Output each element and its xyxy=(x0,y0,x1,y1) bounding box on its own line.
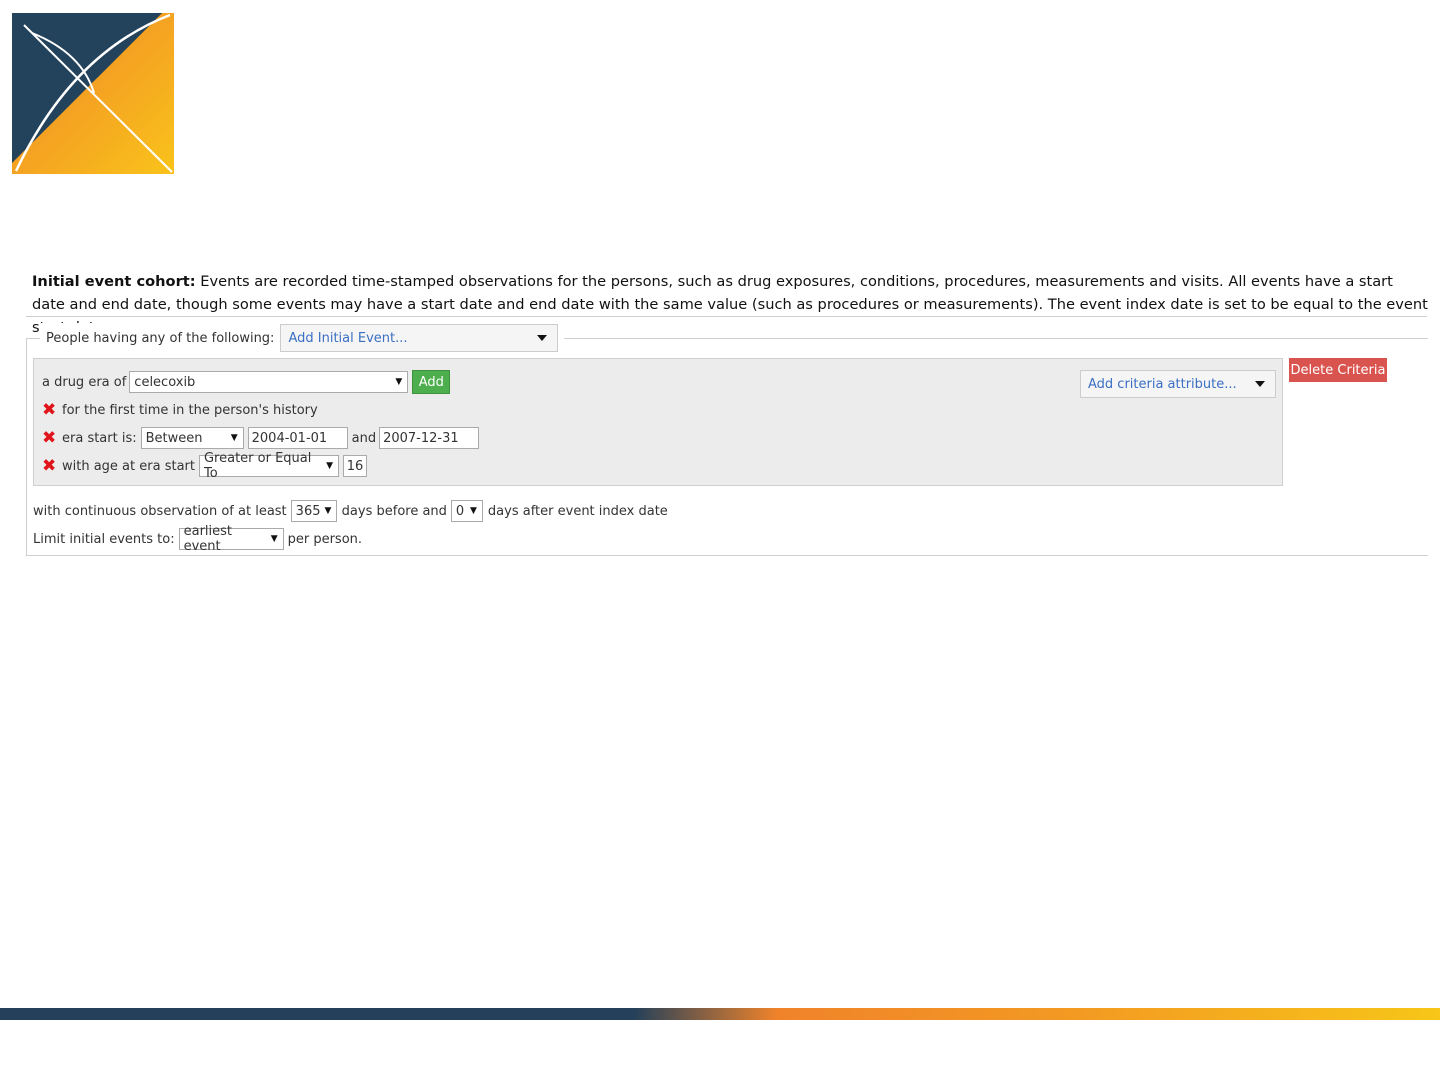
add-initial-event-text: Add Initial Event... xyxy=(288,330,408,346)
age-operator-value: Greater or Equal To xyxy=(203,451,312,481)
divider xyxy=(26,316,1427,317)
age-value-input[interactable]: 16 xyxy=(342,455,367,477)
observation-mid: days before and xyxy=(341,503,447,519)
legend-label: People having any of the following: xyxy=(46,330,275,346)
limit-events-value: earliest event xyxy=(183,524,233,554)
prior-days-select[interactable]: 365 ▼ xyxy=(290,500,337,522)
limit-row: Limit initial events to: earliest event … xyxy=(33,524,363,554)
observation-row: with continuous observation of at least … xyxy=(33,500,668,522)
era-start-row: ✖ era start is: Between ▼ 2004-01-01 and… xyxy=(42,427,480,449)
caret-down-icon xyxy=(1255,381,1265,387)
first-time-label: for the first time in the person's histo… xyxy=(62,403,318,418)
dropdown-arrow-icon: ▼ xyxy=(324,506,332,516)
age-row: ✖ with age at era start Greater or Equal… xyxy=(42,451,367,481)
add-button[interactable]: Add xyxy=(412,370,451,394)
observation-suffix: days after event index date xyxy=(487,503,668,519)
remove-icon[interactable]: ✖ xyxy=(42,457,62,475)
observation-prefix: with continuous observation of at least xyxy=(33,503,287,519)
dropdown-arrow-icon: ▼ xyxy=(270,534,278,544)
ohdsi-logo xyxy=(12,13,174,174)
remove-icon[interactable]: ✖ xyxy=(42,429,62,447)
dropdown-arrow-icon: ▼ xyxy=(395,377,403,387)
era-start-to-input[interactable]: 2007-12-31 xyxy=(379,427,480,449)
dropdown-arrow-icon: ▼ xyxy=(470,506,477,516)
dropdown-arrow-icon: ▼ xyxy=(326,461,333,471)
era-start-operator-value: Between xyxy=(145,430,203,446)
prior-days-value: 365 xyxy=(295,503,321,519)
era-start-operator-select[interactable]: Between ▼ xyxy=(140,427,244,449)
limit-suffix: per person. xyxy=(287,531,363,547)
criteria-panel: a drug era of celecoxib ▼ Add Add criter… xyxy=(33,358,1283,486)
remove-icon[interactable]: ✖ xyxy=(42,402,62,419)
post-days-select[interactable]: 0 ▼ xyxy=(450,500,483,522)
drug-era-row: a drug era of celecoxib ▼ Add xyxy=(42,370,451,394)
delete-criteria-button[interactable]: Delete Criteria xyxy=(1289,358,1387,382)
limit-events-select[interactable]: earliest event ▼ xyxy=(178,524,284,554)
first-time-row: ✖ for the first time in the person's his… xyxy=(42,402,318,419)
drug-era-label: a drug era of xyxy=(42,374,127,390)
limit-prefix: Limit initial events to: xyxy=(33,531,175,547)
caret-down-icon xyxy=(537,335,548,341)
dropdown-arrow-icon: ▼ xyxy=(230,433,238,443)
era-start-label: era start is: xyxy=(62,430,137,446)
add-criteria-attribute-select[interactable]: Add criteria attribute... xyxy=(1080,370,1276,398)
age-label: with age at era start xyxy=(62,458,195,474)
and-label: and xyxy=(351,430,377,446)
drug-concept-value: celecoxib xyxy=(134,374,196,390)
post-days-value: 0 xyxy=(455,503,465,519)
add-initial-event-select[interactable]: Add Initial Event... xyxy=(280,324,559,352)
drug-concept-select[interactable]: celecoxib ▼ xyxy=(129,371,409,393)
age-operator-select[interactable]: Greater or Equal To ▼ xyxy=(198,451,339,481)
footer-gradient-bar xyxy=(0,1008,1440,1020)
initial-event-legend: People having any of the following: Add … xyxy=(40,323,565,353)
intro-label: Initial event cohort: xyxy=(32,273,196,290)
add-criteria-attribute-text: Add criteria attribute... xyxy=(1088,376,1237,392)
era-start-from-input[interactable]: 2004-01-01 xyxy=(247,427,348,449)
